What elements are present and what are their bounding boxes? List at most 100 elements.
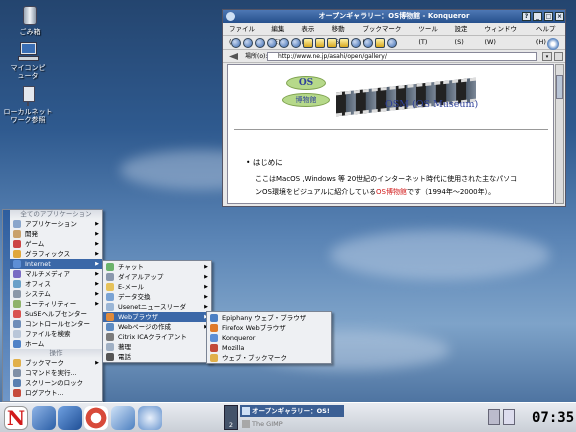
zoom-out-icon[interactable] [363, 38, 373, 48]
go-icon[interactable] [554, 52, 563, 61]
menu-item-label: マルチメディア [25, 270, 71, 278]
window-titlebar[interactable]: オープンギャラリー：OS博物館 - Konqueror ? _ □ × [223, 10, 565, 23]
web-content: OS 博物館 OSM (OS Museum) • はじめに ここはMacOS ,… [227, 64, 554, 204]
paste-icon[interactable] [327, 38, 337, 48]
menu-item-usenet[interactable]: Usenetニュースリーダ ▶ [103, 302, 211, 312]
menu-item-label: チャット [118, 263, 144, 271]
menu-item-office[interactable]: オフィス ▶ [10, 279, 102, 289]
menu-item-dialup[interactable]: ダイアルアップ ▶ [103, 272, 211, 282]
konqueror-launcher-icon[interactable] [58, 406, 82, 430]
menu-item-logout[interactable]: ログアウト... [10, 388, 102, 398]
menu-item-label: オフィス [25, 280, 51, 288]
menu-item-konqueror[interactable]: Konqueror [207, 333, 331, 343]
submenu-arrow-icon: ▶ [95, 241, 99, 247]
menu-item-label: Citrix ICAクライアント [118, 333, 187, 341]
mail-icon[interactable] [111, 406, 135, 430]
menu-go[interactable]: 移動(G) [332, 23, 355, 46]
menu-item-suse-help[interactable]: SuSEヘルプセンター [10, 309, 102, 319]
internet-icon [13, 260, 21, 268]
start-menu-button[interactable]: N [4, 406, 28, 430]
menu-item-home[interactable]: ホーム [10, 339, 102, 349]
menu-item-web-browser[interactable]: Webブラウザ▶ [103, 312, 211, 322]
menu-item-bookmarks[interactable]: ブックマーク ▶ [10, 358, 102, 368]
menu-item-epiphany[interactable]: Epiphany ウェブ・ブラウザ [207, 313, 331, 323]
logo-os-text: OS [286, 76, 326, 90]
konqueror-icon [210, 334, 218, 342]
vertical-scrollbar[interactable] [555, 64, 564, 204]
menu-item-find-files[interactable]: ファイルを検索 [10, 329, 102, 339]
home-icon[interactable] [267, 38, 277, 48]
menu-item-games[interactable]: ゲーム ▶ [10, 239, 102, 249]
clear-location-icon[interactable] [229, 53, 238, 60]
minimize-button[interactable]: _ [533, 12, 542, 21]
menu-item-internet[interactable]: Internet ▶ [10, 259, 102, 269]
menu-item-lock-screen[interactable]: スクリーンのロック [10, 378, 102, 388]
menu-item-label: Mozilla [222, 344, 245, 352]
menu-file[interactable]: ファイル(F) [229, 23, 263, 46]
logo-museum-text: 博物館 [282, 93, 330, 107]
menu-item-phone[interactable]: 電話 [103, 352, 211, 362]
menu-item-web-authoring[interactable]: Webページの作成▶ [103, 322, 211, 332]
copy-icon[interactable] [315, 38, 325, 48]
desktop-icon-label: ごみ箱 [19, 28, 41, 36]
menu-item-citrix[interactable]: Citrix ICAクライアント [103, 332, 211, 342]
task-gimp[interactable]: The GIMP [240, 418, 344, 430]
clock[interactable]: 07:35 [532, 406, 574, 430]
menu-item-chat[interactable]: チャット ▶ [103, 262, 211, 272]
help-lifebuoy-icon[interactable] [84, 406, 108, 430]
url-field[interactable]: http://www.ne.jp/asahi/open/gallery/ [267, 52, 537, 61]
zoom-in-icon[interactable] [351, 38, 361, 48]
menu-item-web-bookmarks[interactable]: ウェブ・ブックマーク [207, 353, 331, 363]
maximize-button[interactable]: □ [544, 12, 553, 21]
stop-icon[interactable] [291, 38, 301, 48]
submenu-arrow-icon: ▶ [204, 264, 208, 270]
task-konqueror[interactable]: オープンギャラリー：OS! [240, 405, 344, 417]
system-tray-icon[interactable] [488, 409, 500, 425]
desktop-icon-network[interactable]: ローカルネットワーク参照 [0, 84, 58, 124]
print-icon[interactable] [339, 38, 349, 48]
menu-item-system[interactable]: システム ▶ [10, 289, 102, 299]
menu-item-data-exchange[interactable]: データ交換 ▶ [103, 292, 211, 302]
cut-icon[interactable] [303, 38, 313, 48]
os-museum-link[interactable]: OS博物館 [376, 188, 407, 196]
desktop-icon-my-computer[interactable]: マイコンピュータ [0, 40, 58, 80]
menu-item-management[interactable]: 著理 [103, 342, 211, 352]
reload-icon[interactable] [279, 38, 289, 48]
menu-window[interactable]: ウィンドウ(W) [484, 23, 527, 46]
menu-item-utilities[interactable]: ユーティリティー ▶ [10, 299, 102, 309]
data-exchange-icon [106, 293, 114, 301]
back-icon[interactable] [243, 38, 253, 48]
menu-item-multimedia[interactable]: マルチメディア ▶ [10, 269, 102, 279]
find-icon[interactable] [387, 38, 397, 48]
home-icon[interactable] [32, 406, 56, 430]
menu-edit[interactable]: 編集(E) [271, 23, 293, 46]
intro-bullet: • はじめに [246, 158, 283, 167]
scrollbar-thumb[interactable] [556, 75, 563, 99]
virtual-desktop-pager[interactable]: 2 [224, 405, 238, 430]
menu-item-email[interactable]: E-メール ▶ [103, 282, 211, 292]
menu-item-mozilla[interactable]: Mozilla [207, 343, 331, 353]
menu-tools[interactable]: ツール(T) [418, 23, 446, 46]
location-dropdown-icon[interactable]: ▾ [542, 52, 552, 61]
up-icon[interactable] [231, 38, 241, 48]
desktop-icon-trash[interactable]: ごみ箱 [0, 4, 60, 36]
menu-bookmarks[interactable]: ブックマーク(B) [362, 23, 410, 46]
network-icon[interactable] [138, 406, 162, 430]
security-lock-icon[interactable] [375, 38, 385, 48]
desktop-icon-label: ローカルネットワーク参照 [3, 108, 53, 124]
menu-item-run-command[interactable]: コマンドを実行... [10, 368, 102, 378]
menu-help[interactable]: ヘルプ(H) [536, 23, 565, 46]
menu-item-applications[interactable]: アプリケーション ▶ [10, 219, 102, 229]
menu-item-graphics[interactable]: グラフィックス ▶ [10, 249, 102, 259]
menu-item-development[interactable]: 開発 ▶ [10, 229, 102, 239]
close-button[interactable]: × [555, 12, 564, 21]
menu-item-label: SuSEヘルプセンター [25, 310, 87, 318]
menu-view[interactable]: 表示(V) [301, 23, 323, 46]
menu-item-label: Internet [25, 260, 51, 268]
menu-settings[interactable]: 設定(S) [455, 23, 477, 46]
clipboard-icon[interactable] [503, 409, 515, 425]
forward-icon[interactable] [255, 38, 265, 48]
menu-item-firefox[interactable]: Firefox Webブラウザ [207, 323, 331, 333]
help-icon[interactable]: ? [522, 12, 531, 21]
menu-item-control-center[interactable]: コントロールセンター [10, 319, 102, 329]
